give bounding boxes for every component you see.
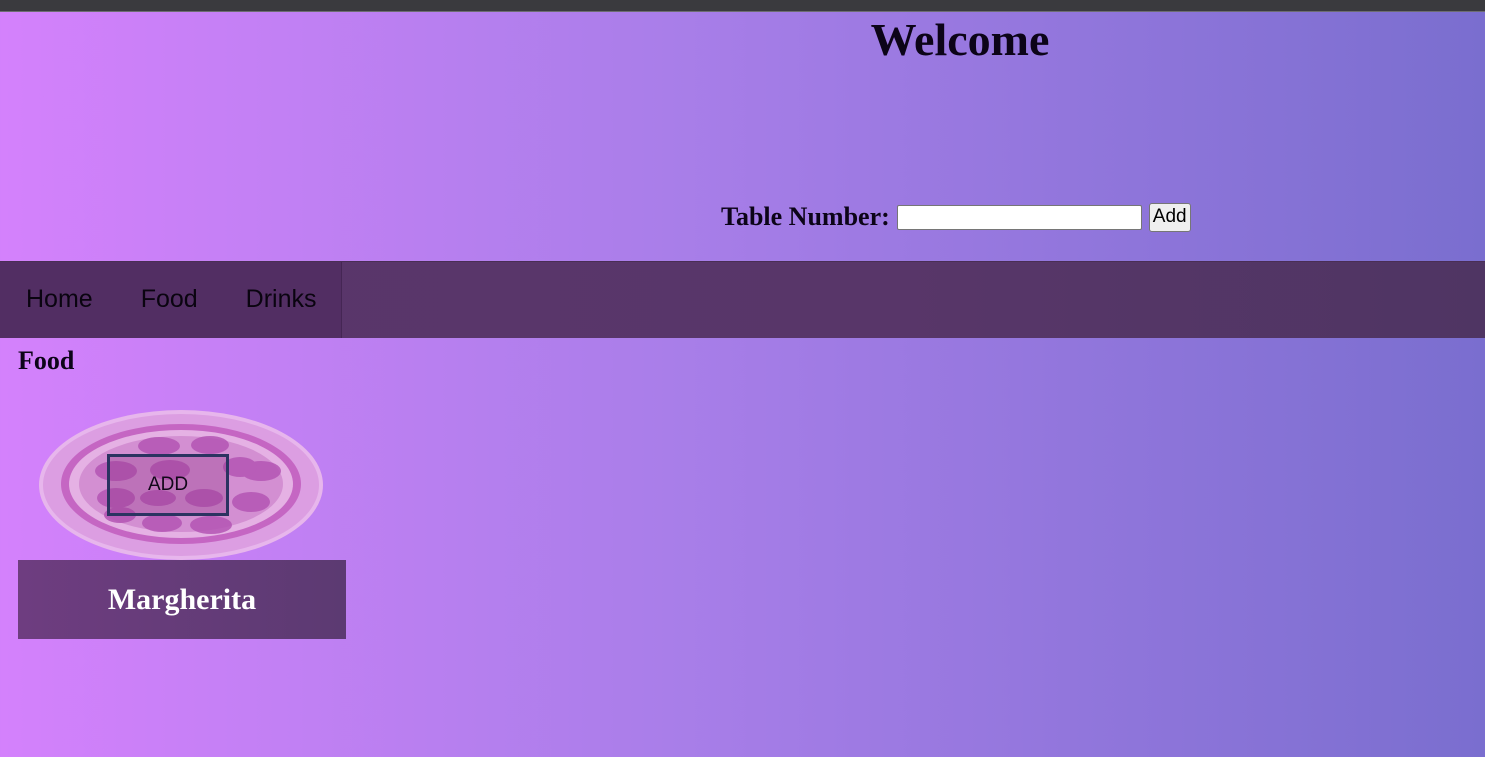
- table-number-label: Table Number:: [721, 202, 890, 231]
- nav-item-food[interactable]: Food: [117, 262, 222, 338]
- food-card-name: Margherita: [18, 560, 346, 639]
- nav-item-home[interactable]: Home: [2, 262, 117, 338]
- nav-group: Home Food Drinks: [0, 262, 342, 338]
- table-number-input[interactable]: [896, 204, 1142, 230]
- navbar: Home Food Drinks: [0, 261, 1485, 338]
- food-card: ADD Margherita: [18, 405, 346, 639]
- table-number-form: Table Number: Add: [721, 202, 1191, 232]
- browser-top-strip: [0, 0, 1485, 12]
- page-title: Welcome: [870, 14, 1050, 65]
- table-add-button[interactable]: Add: [1148, 202, 1191, 232]
- nav-item-drinks[interactable]: Drinks: [222, 262, 341, 338]
- section-title: Food: [18, 346, 75, 375]
- add-margherita-button[interactable]: ADD: [107, 454, 229, 516]
- pizza-icon: ADD: [18, 405, 346, 560]
